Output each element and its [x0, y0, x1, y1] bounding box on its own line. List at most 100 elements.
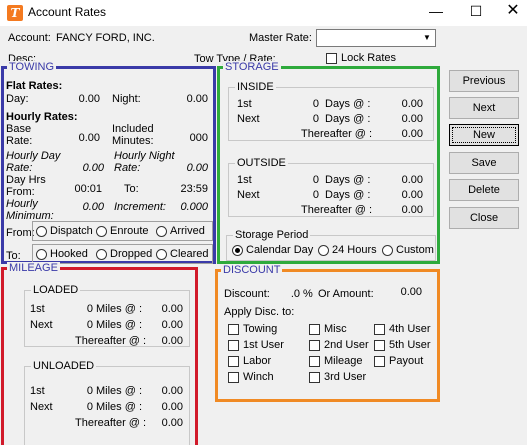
period-calendar-day-radio[interactable] — [232, 245, 243, 256]
previous-button[interactable]: Previous — [449, 70, 519, 92]
next-button[interactable]: Next — [449, 97, 519, 119]
to-hooked-label: Hooked — [50, 248, 88, 260]
to-cleared-radio[interactable] — [156, 249, 167, 260]
hourly-night-field[interactable]: 0.00 — [172, 162, 208, 174]
discount-percent-field[interactable]: .0 — [276, 288, 300, 300]
inside-thereafter-label: Thereafter @ : — [301, 128, 373, 140]
close-button[interactable]: Close — [449, 207, 519, 229]
disc-payout-label: Payout — [389, 355, 424, 367]
unloaded-thereafter-field[interactable]: 0.00 — [149, 417, 183, 429]
included-label-2: Minutes: — [112, 135, 154, 147]
disc-1st-user-checkbox[interactable] — [228, 340, 239, 351]
disc-payout-checkbox[interactable] — [374, 356, 385, 367]
unloaded-next-rate-field[interactable]: 0.00 — [149, 401, 183, 413]
to-dropped-label: Dropped — [110, 248, 153, 260]
towing-section: TOWING Flat Rates: Day: 0.00 Night: 0.00… — [1, 61, 216, 264]
disc-winch-checkbox[interactable] — [228, 372, 239, 383]
night-label: Night: — [112, 93, 141, 105]
period-24-hours-label: 24 Hours — [332, 244, 377, 256]
lock-rates-label: Lock Rates — [341, 52, 397, 64]
account-value: FANCY FORD, INC. — [56, 32, 155, 44]
loaded-1st-miles-field[interactable]: 0 — [73, 303, 93, 315]
outside-next-days-field[interactable]: 0 — [299, 189, 319, 201]
mileage-title: MILEAGE — [7, 262, 60, 274]
to-label: To: — [124, 183, 139, 195]
disc-2nd-user-checkbox[interactable] — [309, 340, 320, 351]
flat-rates-label: Flat Rates: — [6, 80, 63, 92]
disc-labor-checkbox[interactable] — [228, 356, 239, 367]
outside-next-rate-field[interactable]: 0.00 — [389, 189, 423, 201]
disc-4th-user-checkbox[interactable] — [374, 324, 385, 335]
unloaded-next-miles-label: Miles @ : — [96, 401, 143, 413]
day-label: Day: — [6, 93, 29, 105]
from-dispatch-radio[interactable] — [36, 226, 47, 237]
inside-next-rate-field[interactable]: 0.00 — [389, 113, 423, 125]
to-dropped-radio[interactable] — [96, 249, 107, 260]
loaded-1st-rate-field[interactable]: 0.00 — [149, 303, 183, 315]
apply-disc-label: Apply Disc. to: — [224, 306, 295, 318]
included-minutes-field[interactable]: 000 — [172, 132, 208, 144]
disc-winch-label: Winch — [243, 371, 274, 383]
unloaded-title: UNLOADED — [31, 360, 97, 372]
disc-1st-user-label: 1st User — [243, 339, 284, 351]
to-hooked-radio[interactable] — [36, 249, 47, 260]
from-arrived-radio[interactable] — [156, 226, 167, 237]
inside-next-days-field[interactable]: 0 — [299, 113, 319, 125]
outside-1st-rate-field[interactable]: 0.00 — [389, 174, 423, 186]
new-button[interactable]: New — [449, 124, 519, 146]
lock-rates-checkbox[interactable] — [326, 53, 337, 64]
hourly-day-field[interactable]: 0.00 — [64, 162, 104, 174]
increment-field[interactable]: 0.000 — [170, 201, 208, 213]
disc-4th-user-label: 4th User — [389, 323, 431, 335]
close-window-button[interactable]: ✕ — [493, 0, 527, 24]
loaded-thereafter-field[interactable]: 0.00 — [149, 335, 183, 347]
loaded-next-miles-field[interactable]: 0 — [73, 319, 93, 331]
inside-thereafter-field[interactable]: 0.00 — [389, 128, 423, 140]
discount-section: DISCOUNT Discount: .0 % Or Amount: 0.00 … — [215, 264, 440, 402]
disc-5th-user-checkbox[interactable] — [374, 340, 385, 351]
window-title: Account Rates — [28, 5, 107, 19]
title-bar: T Account Rates — ☐ ✕ — [0, 0, 527, 26]
period-custom-label: Custom — [396, 244, 434, 256]
day-hrs-to-field[interactable]: 23:59 — [170, 183, 208, 195]
disc-misc-checkbox[interactable] — [309, 324, 320, 335]
from-enroute-radio[interactable] — [96, 226, 107, 237]
night-rate-field[interactable]: 0.00 — [172, 93, 208, 105]
to-options-group: Hooked Dropped Cleared — [32, 244, 213, 264]
save-button[interactable]: Save — [449, 152, 519, 174]
storage-inside-group: INSIDE 1st 0 Days @ : 0.00 Next 0 Days @… — [228, 81, 434, 141]
minimize-button[interactable]: — — [416, 0, 456, 24]
maximize-button[interactable]: ☐ — [456, 0, 496, 24]
unloaded-1st-rate-field[interactable]: 0.00 — [149, 385, 183, 397]
loaded-next-miles-label: Miles @ : — [96, 319, 143, 331]
disc-mileage-checkbox[interactable] — [309, 356, 320, 367]
loaded-next-label: Next — [30, 319, 53, 331]
master-rate-label: Master Rate: — [249, 32, 312, 44]
unloaded-next-miles-field[interactable]: 0 — [73, 401, 93, 413]
from-dispatch-label: Dispatch — [50, 225, 93, 237]
master-rate-select[interactable]: ▼ — [316, 29, 436, 47]
period-custom-radio[interactable] — [382, 245, 393, 256]
unloaded-1st-miles-label: Miles @ : — [96, 385, 143, 397]
from-arrived-label: Arrived — [170, 225, 205, 237]
base-rate-field[interactable]: 0.00 — [64, 132, 100, 144]
day-rate-field[interactable]: 0.00 — [64, 93, 100, 105]
mileage-loaded-group: LOADED 1st 0 Miles @ : 0.00 Next 0 Miles… — [24, 284, 190, 347]
loaded-next-rate-field[interactable]: 0.00 — [149, 319, 183, 331]
day-hrs-from-field[interactable]: 00:01 — [64, 183, 102, 195]
or-amount-field[interactable]: 0.00 — [388, 286, 422, 298]
delete-button[interactable]: Delete — [449, 179, 519, 201]
disc-3rd-user-checkbox[interactable] — [309, 372, 320, 383]
to2-label: To: — [6, 250, 21, 262]
loaded-thereafter-label: Thereafter @ : — [75, 335, 147, 347]
disc-towing-checkbox[interactable] — [228, 324, 239, 335]
outside-thereafter-field[interactable]: 0.00 — [389, 204, 423, 216]
unloaded-1st-miles-field[interactable]: 0 — [73, 385, 93, 397]
outside-1st-days-field[interactable]: 0 — [299, 174, 319, 186]
inside-1st-days-field[interactable]: 0 — [299, 98, 319, 110]
discount-title: DISCOUNT — [221, 264, 283, 276]
day-hrs-label-1: Day Hrs — [6, 174, 46, 186]
inside-1st-rate-field[interactable]: 0.00 — [389, 98, 423, 110]
period-24-hours-radio[interactable] — [318, 245, 329, 256]
hourly-min-field[interactable]: 0.00 — [64, 201, 104, 213]
